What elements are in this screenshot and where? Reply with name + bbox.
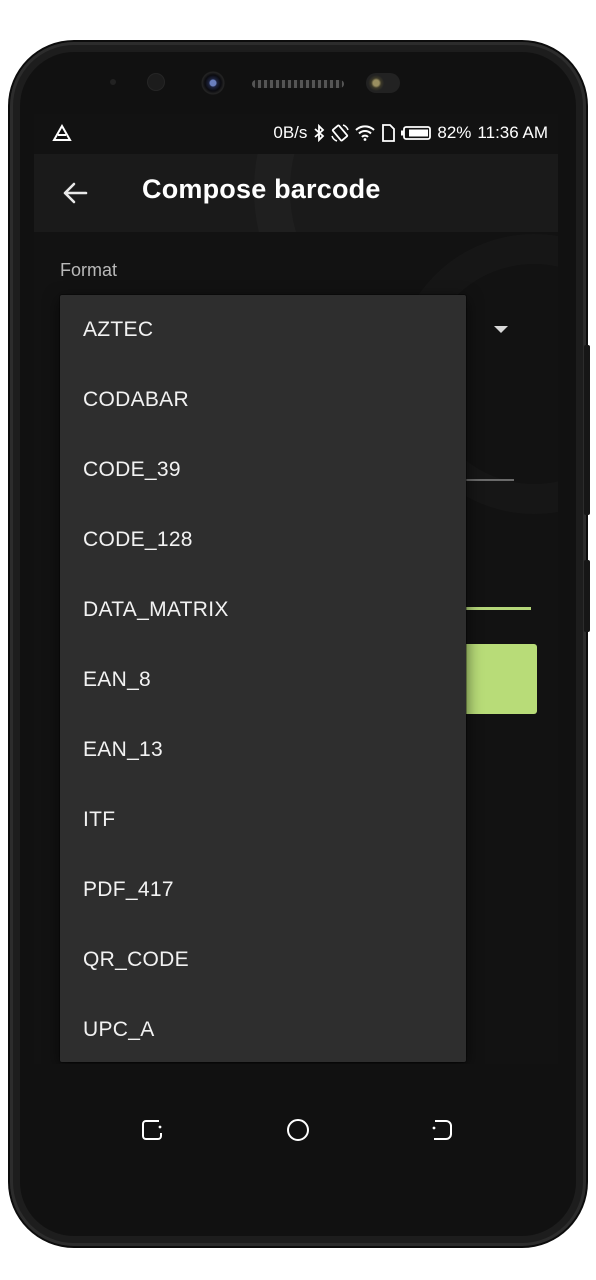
recents-icon[interactable] bbox=[138, 1116, 166, 1144]
option-label: UPC_A bbox=[83, 1018, 155, 1041]
sim-icon bbox=[382, 124, 396, 142]
warning-triangle-icon bbox=[52, 124, 72, 141]
side-button-upper bbox=[584, 345, 590, 515]
dropdown-option-code-39[interactable]: CODE_39 bbox=[60, 435, 466, 505]
dropdown-option-ean-13[interactable]: EAN_13 bbox=[60, 715, 466, 785]
option-label: AZTEC bbox=[83, 318, 154, 341]
proximity-sensor bbox=[110, 79, 116, 85]
option-label: EAN_13 bbox=[83, 738, 164, 761]
network-speed: 0B/s bbox=[273, 123, 308, 142]
dropdown-option-aztec[interactable]: AZTEC bbox=[60, 295, 466, 365]
status-bar: 0B/s 82% 11:36 AM bbox=[34, 114, 558, 154]
option-label: CODE_39 bbox=[83, 458, 181, 481]
front-flash bbox=[366, 73, 400, 93]
side-button-lower bbox=[584, 560, 590, 632]
battery-icon bbox=[401, 126, 432, 140]
rotate-icon bbox=[331, 124, 350, 142]
dropdown-option-data-matrix[interactable]: DATA_MATRIX bbox=[60, 575, 466, 645]
dropdown-option-upc-a[interactable]: UPC_A bbox=[60, 995, 466, 1064]
option-label: CODE_128 bbox=[83, 528, 193, 551]
option-label: PDF_417 bbox=[83, 878, 174, 901]
bluetooth-icon bbox=[314, 124, 325, 142]
clock: 11:36 AM bbox=[477, 123, 548, 142]
option-label: ITF bbox=[83, 808, 116, 831]
dropdown-arrow-icon[interactable] bbox=[494, 326, 508, 333]
option-label: DATA_MATRIX bbox=[83, 598, 229, 621]
arrow-left-icon[interactable] bbox=[60, 178, 90, 208]
dropdown-option-codabar[interactable]: CODABAR bbox=[60, 365, 466, 435]
app-screen: 0B/s 82% 11:36 AM Compose barcode Format… bbox=[34, 114, 558, 1064]
light-sensor bbox=[148, 74, 164, 90]
battery-percent: 82% bbox=[437, 123, 472, 142]
option-label: QR_CODE bbox=[83, 948, 189, 971]
dropdown-option-qr-code[interactable]: QR_CODE bbox=[60, 925, 466, 995]
option-label: CODABAR bbox=[83, 388, 189, 411]
earpiece-speaker bbox=[252, 80, 344, 88]
page-title: Compose barcode bbox=[142, 174, 381, 204]
back-icon[interactable] bbox=[428, 1116, 456, 1144]
home-icon[interactable] bbox=[284, 1116, 312, 1144]
status-icons: 0B/s 82% 11:36 AM bbox=[273, 123, 548, 143]
option-label: EAN_8 bbox=[83, 668, 152, 691]
wifi-icon bbox=[355, 125, 376, 141]
dropdown-option-ean-8[interactable]: EAN_8 bbox=[60, 645, 466, 715]
dropdown-option-code-128[interactable]: CODE_128 bbox=[60, 505, 466, 575]
compose-button[interactable] bbox=[454, 644, 537, 714]
navigation-bar bbox=[34, 1098, 558, 1162]
front-camera bbox=[201, 71, 225, 95]
format-dropdown-menu: AZTEC CODABAR CODE_39 CODE_128 DATA_MATR… bbox=[60, 295, 466, 1062]
dropdown-option-pdf-417[interactable]: PDF_417 bbox=[60, 855, 466, 925]
app-bar: Compose barcode bbox=[34, 154, 558, 232]
dropdown-option-itf[interactable]: ITF bbox=[60, 785, 466, 855]
format-label: Format bbox=[60, 260, 118, 280]
